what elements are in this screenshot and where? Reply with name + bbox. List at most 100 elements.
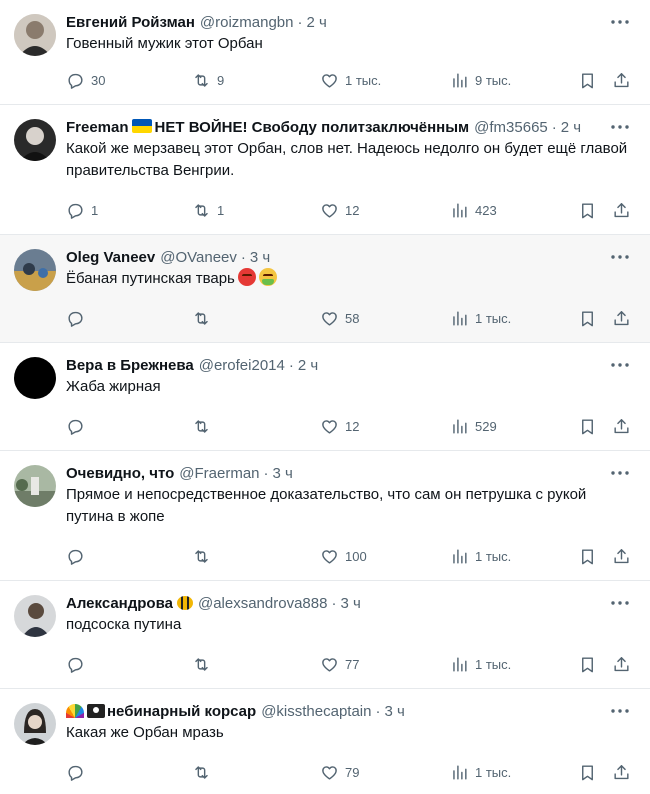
- ukraine-flag-icon: [131, 118, 152, 133]
- views-button[interactable]: 1 тыс.: [450, 306, 511, 330]
- author-name-suffix: НЕТ ВОЙНЕ! Свободу политзаключённым: [154, 118, 470, 136]
- tweet[interactable]: Вера в Брежнева @erofei2014 · 2 ч Жаба ж…: [0, 343, 650, 451]
- reply-button[interactable]: [66, 652, 91, 676]
- share-button[interactable]: [612, 652, 631, 676]
- avatar[interactable]: [14, 357, 56, 399]
- views-button[interactable]: 1 тыс.: [450, 544, 511, 568]
- like-count: 12: [345, 418, 360, 434]
- author-name[interactable]: Вера в Брежнева: [66, 357, 194, 374]
- views-button[interactable]: 1 тыс.: [450, 652, 511, 676]
- more-icon[interactable]: [608, 12, 632, 32]
- reply-button[interactable]: 30: [66, 68, 105, 92]
- retweet-icon: [195, 73, 208, 87]
- like-button[interactable]: 12: [320, 414, 359, 438]
- more-icon[interactable]: [608, 355, 632, 375]
- bookmark-icon: [582, 72, 593, 88]
- share-icon: [614, 202, 629, 217]
- tweet-text: подсоска путина: [66, 616, 182, 633]
- share-button[interactable]: [612, 414, 631, 438]
- bookmark-button[interactable]: [578, 544, 597, 568]
- avatar[interactable]: [14, 595, 56, 637]
- author-handle[interactable]: @roizmangbn: [200, 14, 294, 31]
- bookmark-button[interactable]: [578, 414, 597, 438]
- author-name[interactable]: небинарный корсар: [107, 703, 256, 720]
- retweet-button[interactable]: 9: [192, 68, 224, 92]
- author-name[interactable]: Евгений Ройзман: [66, 14, 195, 31]
- share-button[interactable]: [612, 760, 631, 784]
- author-name[interactable]: Очевидно, что: [66, 465, 174, 482]
- author-handle[interactable]: @OVaneev: [160, 249, 237, 266]
- reply-icon: [68, 765, 83, 781]
- reply-button[interactable]: [66, 414, 91, 438]
- retweet-button[interactable]: [192, 306, 217, 330]
- retweet-button[interactable]: 1: [192, 198, 224, 222]
- more-icon[interactable]: [608, 463, 632, 483]
- reply-button[interactable]: 1: [66, 198, 98, 222]
- tweet[interactable]: Freeman НЕТ ВОЙНЕ! Свободу политзаключённ…: [0, 105, 650, 235]
- tweet-text: Какой же мерзавец этот Орбан, слов нет. …: [66, 140, 628, 179]
- tweet[interactable]: Александрова @alexsandrova888 · 3 ч подс…: [0, 581, 650, 689]
- bookmark-button[interactable]: [578, 306, 597, 330]
- more-icon[interactable]: [608, 117, 632, 137]
- more-icon[interactable]: [608, 701, 632, 721]
- more-icon[interactable]: [608, 593, 632, 613]
- retweet-button[interactable]: [192, 652, 217, 676]
- avatar[interactable]: [14, 465, 56, 507]
- views-button[interactable]: 9 тыс.: [450, 68, 511, 92]
- action-bar: 79 1 тыс.: [66, 760, 632, 784]
- tweet[interactable]: небинарный корсар @kissthecaptain · 3 ч …: [0, 689, 650, 794]
- reply-button[interactable]: [66, 760, 91, 784]
- author-name[interactable]: Oleg Vaneev: [66, 249, 155, 266]
- avatar[interactable]: [14, 703, 56, 745]
- author-name[interactable]: Александрова: [66, 595, 173, 612]
- timestamp[interactable]: 3 ч: [340, 595, 360, 612]
- retweet-button[interactable]: [192, 760, 217, 784]
- share-button[interactable]: [612, 306, 631, 330]
- retweet-button[interactable]: [192, 414, 217, 438]
- share-button[interactable]: [612, 198, 631, 222]
- timestamp[interactable]: 2 ч: [298, 357, 318, 374]
- views-button[interactable]: 529: [450, 414, 497, 438]
- timestamp[interactable]: 3 ч: [250, 249, 270, 266]
- avatar[interactable]: [14, 249, 56, 291]
- action-bar: 77 1 тыс.: [66, 652, 632, 676]
- retweet-button[interactable]: [192, 544, 217, 568]
- like-button[interactable]: 100: [320, 544, 367, 568]
- views-button[interactable]: 423: [450, 198, 497, 222]
- share-button[interactable]: [612, 68, 631, 92]
- bookmark-button[interactable]: [578, 652, 597, 676]
- tweet[interactable]: Очевидно, что @Fraerman · 3 ч Прямое и н…: [0, 451, 650, 581]
- avatar[interactable]: [14, 14, 56, 56]
- reply-button[interactable]: [66, 544, 91, 568]
- timestamp[interactable]: 3 ч: [384, 703, 404, 720]
- tweet[interactable]: Евгений Ройзман @roizmangbn · 2 ч Говенн…: [0, 0, 650, 105]
- author-handle[interactable]: @Fraerman: [179, 465, 259, 482]
- author-handle[interactable]: @kissthecaptain: [261, 703, 371, 720]
- views-button[interactable]: 1 тыс.: [450, 760, 511, 784]
- like-button[interactable]: 1 тыс.: [320, 68, 381, 92]
- bookmark-icon: [582, 418, 593, 434]
- reply-button[interactable]: [66, 306, 91, 330]
- like-button[interactable]: 12: [320, 198, 359, 222]
- pirate-flag-icon: [87, 704, 105, 718]
- author-name[interactable]: Freeman НЕТ ВОЙНЕ! Свободу политзаключённ…: [66, 118, 470, 136]
- author-handle[interactable]: @fm35665: [474, 119, 548, 136]
- tweet[interactable]: Oleg Vaneev @OVaneev · 3 ч Ёбаная путинс…: [0, 235, 650, 343]
- rainbow-icon: [66, 704, 84, 718]
- views-icon: [453, 310, 467, 326]
- like-button[interactable]: 58: [320, 306, 359, 330]
- author-handle[interactable]: @erofei2014: [199, 357, 285, 374]
- more-icon[interactable]: [608, 247, 632, 267]
- share-button[interactable]: [612, 544, 631, 568]
- like-button[interactable]: 77: [320, 652, 359, 676]
- like-button[interactable]: 79: [320, 760, 359, 784]
- timestamp[interactable]: 2 ч: [561, 119, 581, 136]
- timestamp[interactable]: 3 ч: [273, 465, 293, 482]
- bookmark-button[interactable]: [578, 68, 597, 92]
- timestamp[interactable]: 2 ч: [307, 14, 327, 31]
- like-count: 79: [345, 764, 360, 780]
- bookmark-button[interactable]: [578, 760, 597, 784]
- avatar[interactable]: [14, 119, 56, 161]
- author-handle[interactable]: @alexsandrova888: [198, 595, 327, 612]
- bookmark-button[interactable]: [578, 198, 597, 222]
